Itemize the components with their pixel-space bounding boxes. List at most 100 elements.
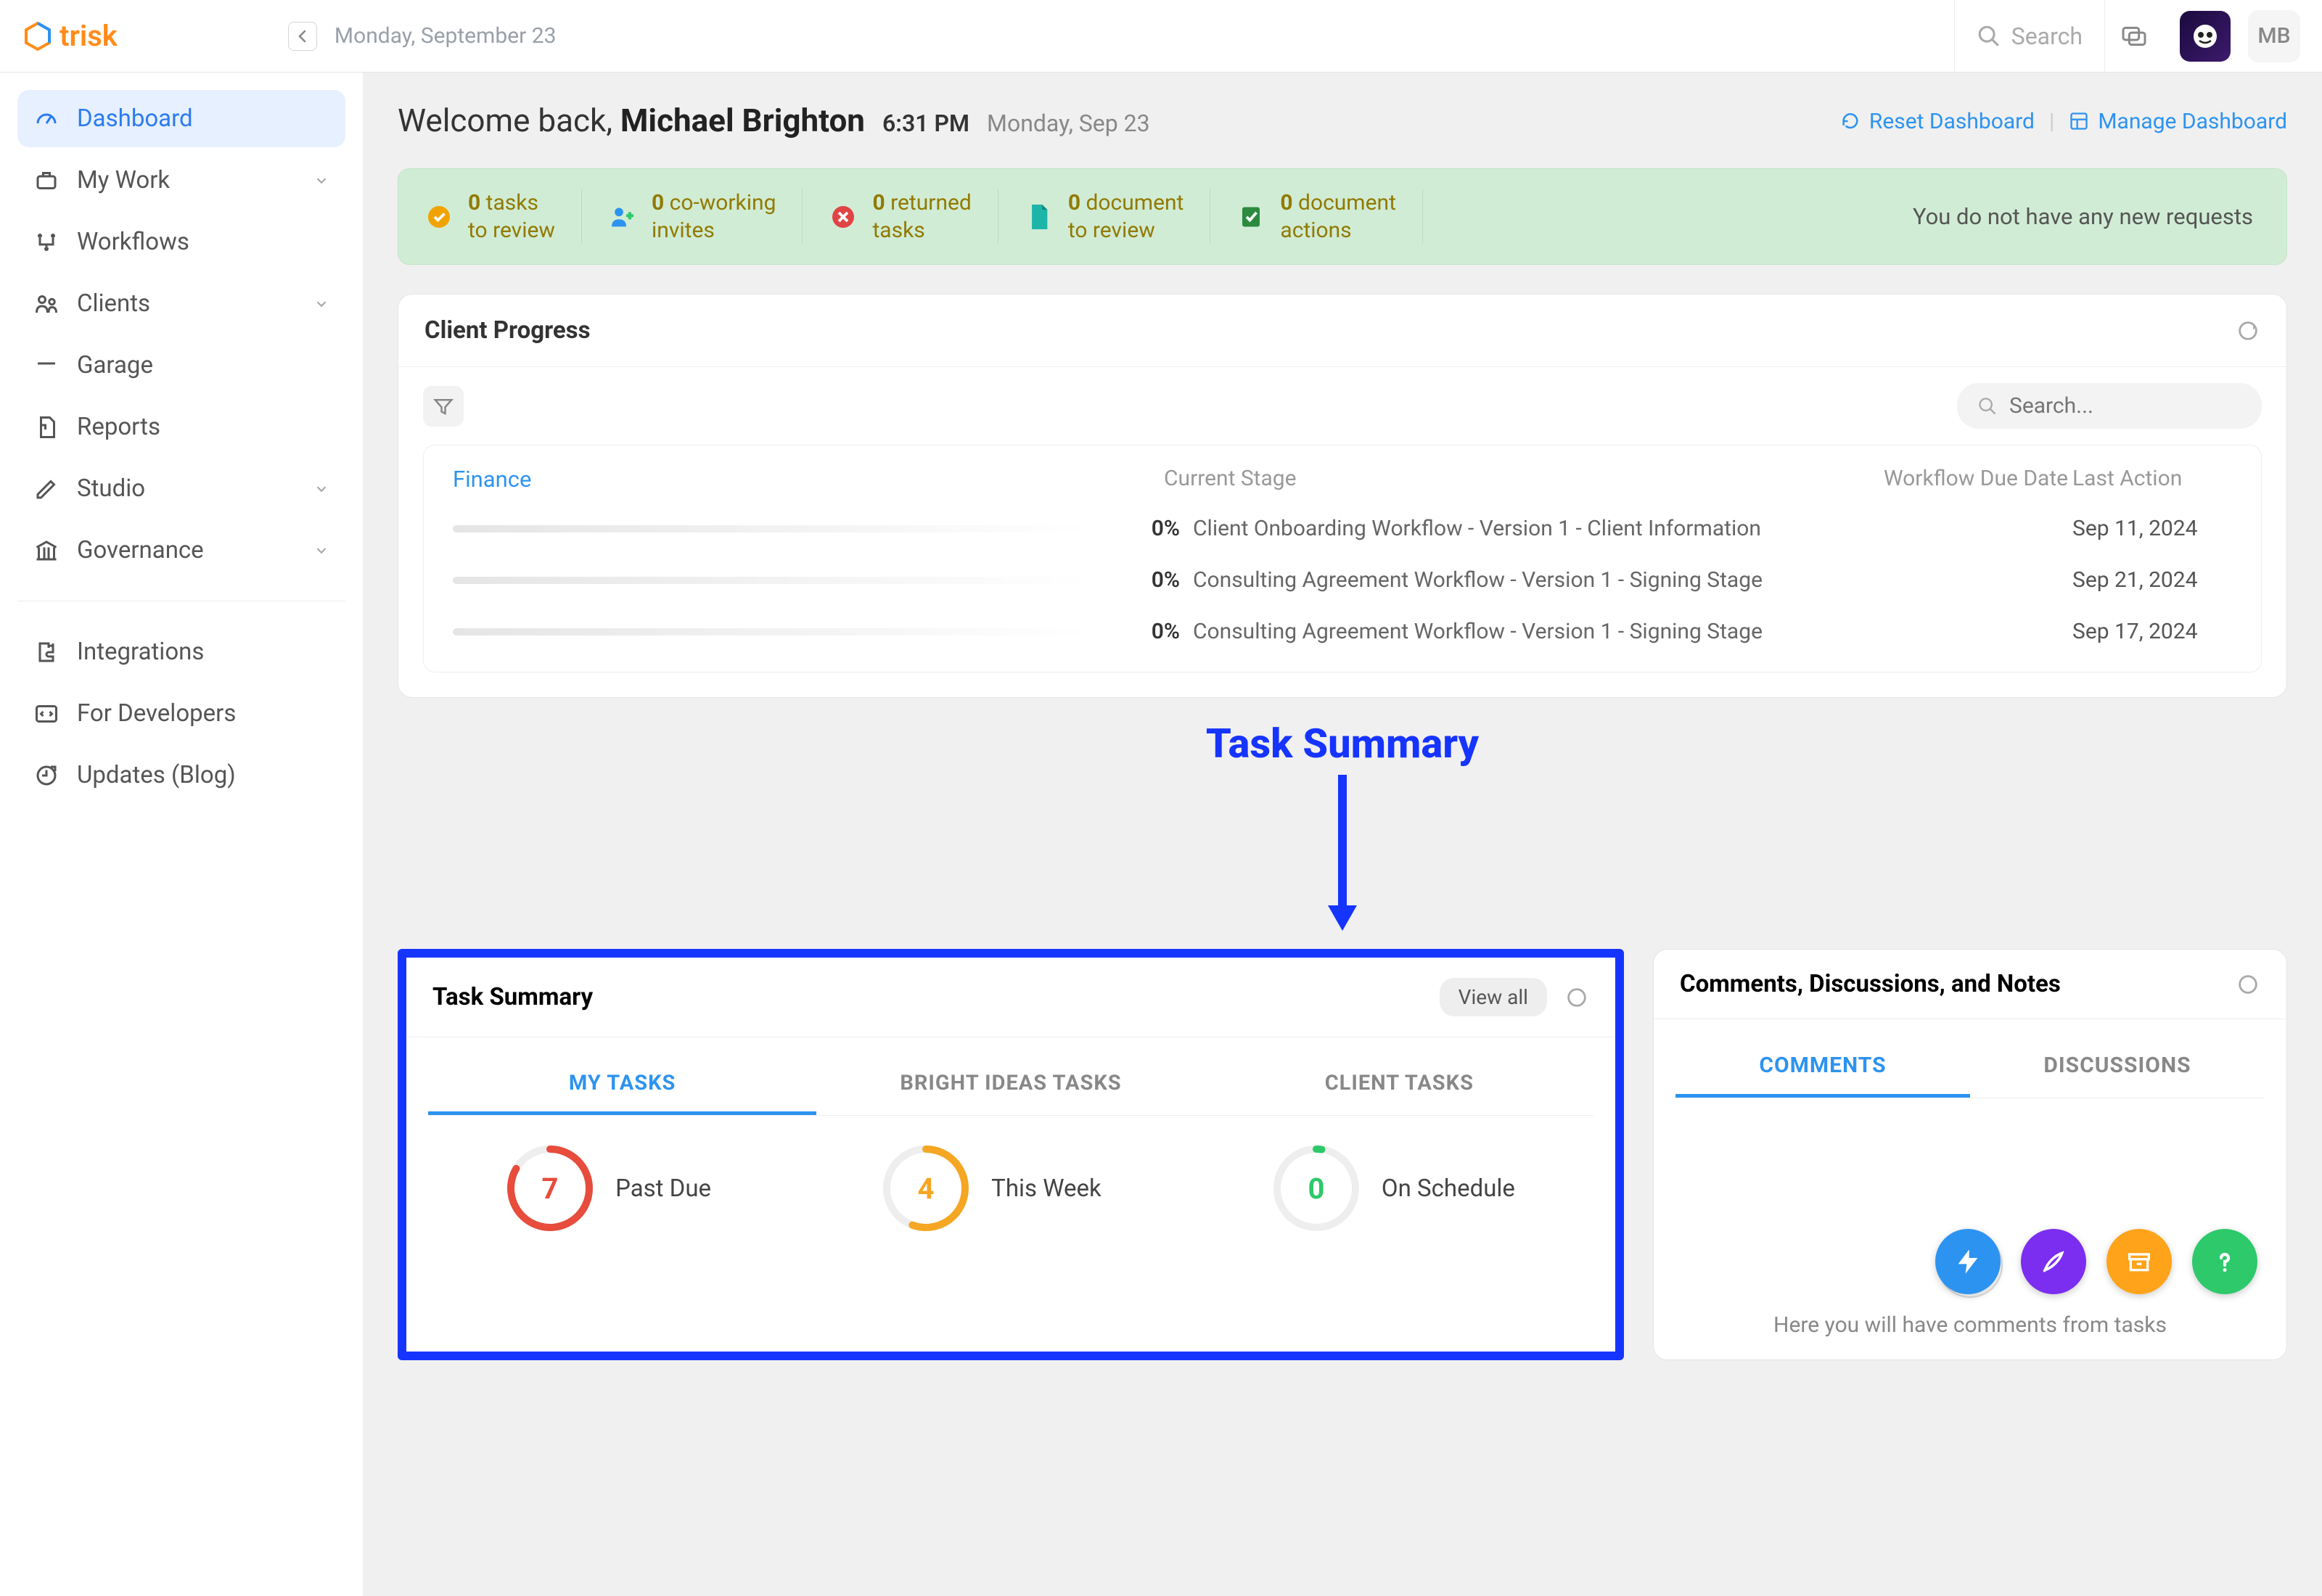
banner-cell-2[interactable]: 0 returnedtasks bbox=[803, 189, 998, 244]
progress-bar bbox=[453, 525, 1091, 532]
global-search[interactable]: Search bbox=[1954, 0, 2104, 73]
fab-rocket-button[interactable] bbox=[2021, 1229, 2086, 1294]
banner-text: 0 tasksto review bbox=[468, 189, 555, 244]
chevron-down-icon bbox=[313, 296, 329, 312]
annotation-label: Task Summary bbox=[398, 720, 2287, 768]
tab-client-tasks[interactable]: CLIENT TASKS bbox=[1205, 1055, 1593, 1115]
task-summary-panel: Task Summary View all MY TASKSBRIGHT IDE… bbox=[398, 949, 1624, 1360]
doc-check-icon bbox=[1236, 202, 1265, 231]
client-progress-search-input[interactable] bbox=[2009, 393, 2241, 419]
comments-empty-text: Here you will have comments from tasks bbox=[1773, 1312, 2167, 1338]
client-progress-search[interactable] bbox=[1957, 383, 2262, 429]
tab-my-tasks[interactable]: MY TASKS bbox=[428, 1055, 816, 1115]
sidebar-item-integrations[interactable]: Integrations bbox=[17, 623, 345, 680]
fab-help-button[interactable] bbox=[2192, 1229, 2257, 1294]
col-due: Workflow Due Date bbox=[1884, 466, 2072, 493]
app-switcher[interactable] bbox=[2180, 11, 2231, 62]
sidebar-item-updates-blog-[interactable]: Updates (Blog) bbox=[17, 746, 345, 804]
sidebar-item-studio[interactable]: Studio bbox=[17, 460, 345, 517]
banner-cell-0[interactable]: 0 tasksto review bbox=[424, 189, 582, 244]
refresh-icon[interactable] bbox=[1564, 985, 1589, 1010]
table-row[interactable]: 0%Consulting Agreement Workflow - Versio… bbox=[453, 554, 2232, 606]
view-all-button[interactable]: View all bbox=[1440, 978, 1547, 1016]
briefcase-icon bbox=[33, 168, 60, 194]
reset-dashboard-link[interactable]: Reset Dashboard bbox=[1840, 109, 2035, 134]
brand-logo[interactable]: trisk bbox=[22, 19, 118, 53]
update-icon bbox=[33, 762, 60, 789]
donut-icon: 4 bbox=[882, 1145, 969, 1232]
table-row[interactable]: 0%Consulting Agreement Workflow - Versio… bbox=[453, 606, 2232, 657]
speedometer-icon bbox=[33, 106, 60, 132]
banner-cell-1[interactable]: 0 co-workinginvites bbox=[582, 189, 803, 244]
sidebar-item-my-work[interactable]: My Work bbox=[17, 152, 345, 209]
tab-comments[interactable]: COMMENTS bbox=[1675, 1037, 1970, 1098]
sidebar-item-governance[interactable]: Governance bbox=[17, 522, 345, 579]
chevron-down-icon bbox=[313, 481, 329, 497]
search-icon bbox=[1977, 24, 2001, 49]
sidebar-item-workflows[interactable]: Workflows bbox=[17, 213, 345, 271]
comments-title: Comments, Discussions, and Notes bbox=[1680, 970, 2061, 998]
progress-pct: 0% bbox=[1135, 516, 1193, 541]
sidebar-item-dashboard[interactable]: Dashboard bbox=[17, 90, 345, 147]
filter-button[interactable] bbox=[423, 386, 464, 427]
sidebar-item-clients[interactable]: Clients bbox=[17, 275, 345, 332]
donut-icon: 7 bbox=[506, 1145, 594, 1232]
refresh-icon[interactable] bbox=[2236, 318, 2260, 343]
chevron-down-icon bbox=[313, 173, 329, 189]
requests-banner: 0 tasksto review 0 co-workinginvites 0 ret… bbox=[398, 168, 2287, 265]
sidebar-item-label: Updates (Blog) bbox=[77, 761, 236, 789]
stage-text: Consulting Agreement Workflow - Version … bbox=[1193, 567, 1884, 593]
welcome-time: 6:31 PM bbox=[882, 110, 969, 137]
pencil-icon bbox=[33, 476, 60, 502]
topbar-date: Monday, September 23 bbox=[335, 23, 557, 49]
category-finance-link[interactable]: Finance bbox=[453, 466, 1164, 493]
refresh-icon[interactable] bbox=[2236, 972, 2260, 997]
banner-cell-3[interactable]: 0 documentto review bbox=[998, 189, 1211, 244]
sidebar: Dashboard My WorkWorkflowsClientsGarage Re… bbox=[0, 73, 363, 1596]
people-icon bbox=[33, 291, 60, 317]
last-action-date: Sep 17, 2024 bbox=[2072, 619, 2232, 644]
brand-icon bbox=[22, 20, 54, 52]
sidebar-item-label: Dashboard bbox=[77, 104, 193, 133]
sidebar-item-for-developers[interactable]: For Developers bbox=[17, 685, 345, 742]
stat-label: This Week bbox=[991, 1175, 1101, 1203]
banner-text: 0 returnedtasks bbox=[872, 189, 971, 244]
sidebar-item-label: Governance bbox=[77, 536, 204, 564]
progress-bar bbox=[453, 577, 1091, 584]
fab-archive-button[interactable] bbox=[2106, 1229, 2172, 1294]
tab-bright-ideas-tasks[interactable]: BRIGHT IDEAS TASKS bbox=[816, 1055, 1205, 1115]
svg-text:7: 7 bbox=[542, 1172, 559, 1206]
last-action-date: Sep 11, 2024 bbox=[2072, 516, 2232, 541]
chat-button[interactable] bbox=[2104, 0, 2162, 73]
progress-pct: 0% bbox=[1135, 567, 1193, 593]
banner-text: 0 documentactions bbox=[1280, 189, 1396, 244]
layout-icon bbox=[2069, 111, 2089, 131]
fab-bolt-button[interactable] bbox=[1935, 1229, 2001, 1294]
banner-text: 0 documentto review bbox=[1068, 189, 1184, 244]
client-progress-panel: Client Progress Finance bbox=[398, 294, 2287, 698]
search-placeholder: Search bbox=[2011, 22, 2083, 50]
stat-this-week: 4 This Week bbox=[882, 1145, 1101, 1232]
nav-back-button[interactable] bbox=[288, 22, 317, 51]
stat-label: On Schedule bbox=[1382, 1175, 1515, 1203]
stat-on-schedule: 0On Schedule bbox=[1273, 1145, 1515, 1232]
sidebar-item-reports[interactable]: Reports bbox=[17, 398, 345, 456]
garage-icon bbox=[33, 353, 60, 379]
x-circle-icon bbox=[829, 202, 858, 231]
sidebar-item-label: Integrations bbox=[77, 638, 204, 666]
tab-discussions[interactable]: DISCUSSIONS bbox=[1970, 1037, 2265, 1098]
user-plus-icon bbox=[608, 202, 637, 231]
sidebar-item-label: Reports bbox=[77, 413, 160, 441]
sidebar-item-garage[interactable]: Garage bbox=[17, 337, 345, 394]
stat-label: Past Due bbox=[615, 1175, 711, 1203]
col-last: Last Action bbox=[2072, 466, 2232, 493]
last-action-date: Sep 21, 2024 bbox=[2072, 567, 2232, 593]
user-avatar[interactable]: MB bbox=[2248, 10, 2300, 62]
table-row[interactable]: 0%Client Onboarding Workflow - Version 1… bbox=[453, 503, 2232, 554]
manage-dashboard-link[interactable]: Manage Dashboard bbox=[2069, 109, 2287, 134]
welcome-daydate: Monday, Sep 23 bbox=[987, 110, 1150, 137]
check-circle-icon bbox=[424, 202, 454, 231]
banner-message: You do not have any new requests bbox=[1913, 203, 2260, 230]
banner-cell-4[interactable]: 0 documentactions bbox=[1210, 189, 1423, 244]
client-progress-title: Client Progress bbox=[424, 316, 591, 345]
